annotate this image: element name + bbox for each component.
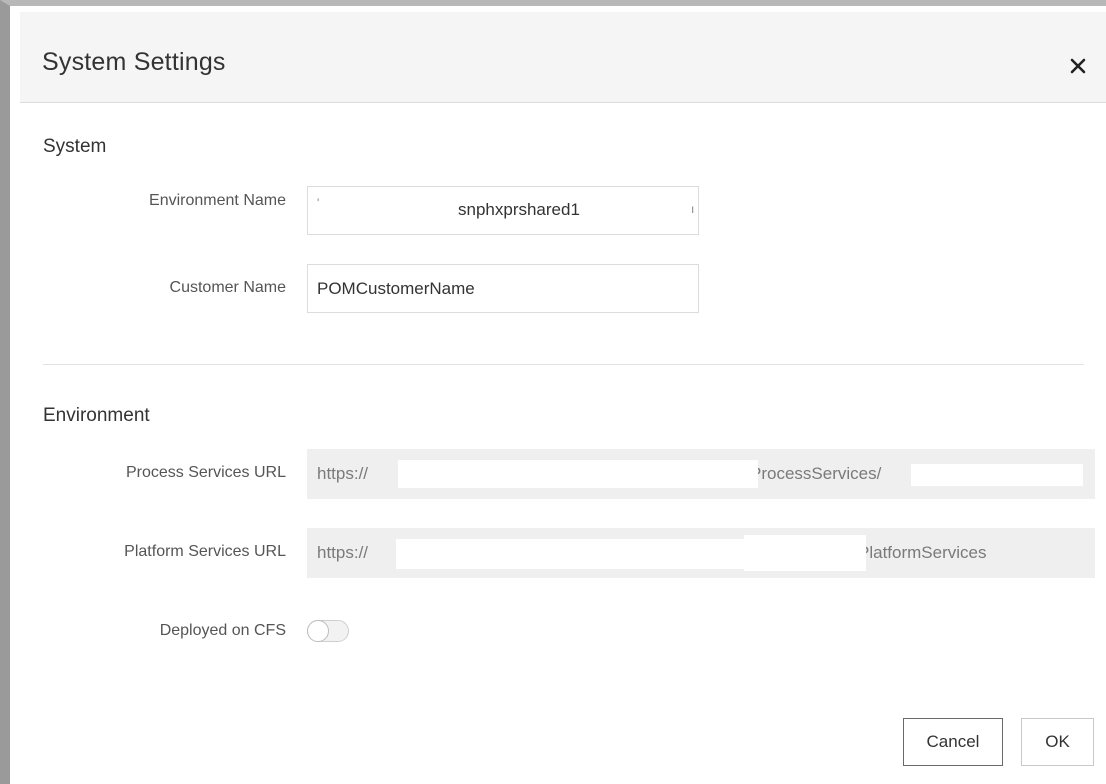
environment-name-label: Environment Name	[149, 192, 286, 209]
close-icon[interactable]	[1068, 56, 1088, 76]
cancel-button[interactable]: Cancel	[903, 718, 1003, 766]
process-services-url-visible: ProcessServices/	[750, 464, 882, 483]
environment-name-value: snphxprshared1	[458, 200, 580, 219]
customer-name-value: POMCustomerName	[317, 278, 475, 298]
platform-services-url-visible: PlatformServices	[858, 543, 987, 562]
system-settings-dialog: System Settings System Environment Name …	[0, 0, 1106, 784]
platform-services-url-prefix: https://	[317, 543, 369, 562]
system-section-heading: System	[43, 136, 107, 157]
customer-name-input[interactable]: POMCustomerName	[307, 264, 699, 313]
deployed-on-cfs-label: Deployed on CFS	[159, 622, 286, 639]
dialog-title: System Settings	[42, 48, 226, 76]
toggle-knob	[307, 620, 329, 642]
process-services-url-label: Process Services URL	[125, 464, 286, 481]
environment-name-input[interactable]: ' snphxprshared1 ı	[307, 186, 699, 235]
deployed-on-cfs-toggle[interactable]	[307, 620, 349, 642]
redaction-mask	[744, 535, 866, 571]
environment-section-heading: Environment	[43, 405, 150, 426]
process-services-url-input[interactable]: https:// ProcessServices/	[307, 449, 1095, 499]
section-divider	[43, 364, 1084, 365]
dialog-header: System Settings	[20, 12, 1106, 103]
customer-name-label: Customer Name	[169, 279, 286, 296]
ok-button[interactable]: OK	[1021, 718, 1094, 766]
redaction-mask	[398, 460, 758, 488]
platform-services-url-input[interactable]: https:// PlatformServices	[307, 528, 1095, 578]
platform-services-url-label: Platform Services URL	[124, 543, 286, 560]
redaction-mask	[911, 464, 1083, 486]
redaction-mask	[396, 539, 752, 569]
process-services-url-prefix: https://	[317, 464, 369, 483]
